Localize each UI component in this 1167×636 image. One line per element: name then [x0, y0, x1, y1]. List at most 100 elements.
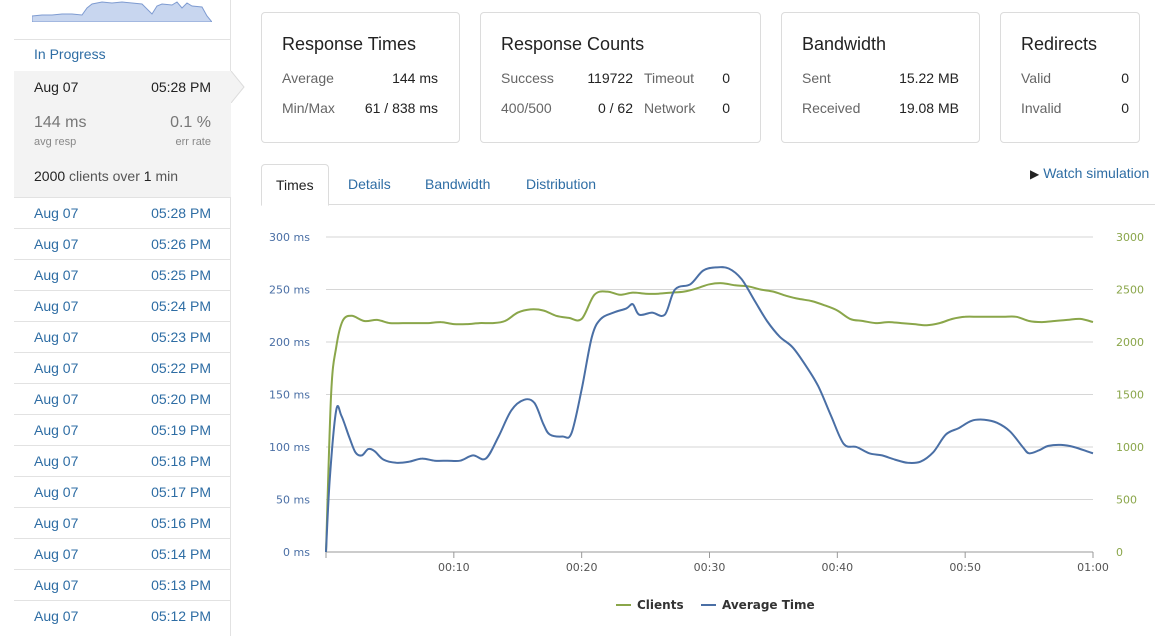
received-label: Received	[802, 100, 861, 116]
run-date: Aug 07	[34, 608, 79, 624]
divider	[14, 39, 230, 40]
network-value: 0	[722, 100, 730, 116]
run-date: Aug 07	[34, 329, 79, 345]
run-date: Aug 07	[34, 546, 79, 562]
watch-simulation-link[interactable]: ▶ Watch simulation	[1030, 165, 1149, 181]
right-axis-tick-label: 0	[1116, 546, 1123, 559]
run-time: 05:16 PM	[151, 515, 211, 531]
duration-unit: min	[155, 168, 178, 184]
avg-resp-value: 144 ms	[34, 114, 87, 131]
run-history-sidebar: In Progress Aug 07 05:28 PM 144 ms 0.1 %…	[14, 0, 245, 636]
run-list-item[interactable]: Aug 07 05:20 PM	[14, 383, 231, 414]
left-axis-tick-label: 50 ms	[276, 494, 310, 507]
minmax-value: 61 / 838 ms	[364, 100, 438, 116]
x-axis-tick-label: 00:10	[438, 561, 470, 574]
left-axis-tick-label: 150 ms	[269, 389, 310, 402]
timeout-value: 0	[722, 70, 730, 86]
average-time-series-line	[325, 266, 1094, 553]
clients-summary: 2000 clients over 1 min	[34, 168, 178, 184]
sent-value: 15.22 MB	[899, 70, 959, 86]
tab-times[interactable]: Times	[261, 164, 329, 206]
tab-bandwidth[interactable]: Bandwidth	[411, 164, 504, 205]
run-list-item[interactable]: Aug 07 05:24 PM	[14, 290, 231, 321]
chart-tabs: Times Details Bandwidth Distribution	[261, 164, 1155, 206]
card-title: Bandwidth	[802, 34, 887, 54]
timeout-label: Timeout	[644, 70, 695, 86]
err-rate-value: 0.1 %	[170, 114, 211, 131]
x-axis-tick-label: 00:40	[821, 561, 853, 574]
run-date: Aug 07	[34, 484, 79, 500]
invalid-value: 0	[1121, 100, 1129, 116]
right-axis-tick-label: 2500	[1116, 284, 1144, 297]
active-run-date: Aug 07	[34, 79, 79, 95]
run-list-item[interactable]: Aug 07 05:13 PM	[14, 569, 231, 600]
x-axis-tick-label: 00:50	[949, 561, 981, 574]
run-time: 05:14 PM	[151, 546, 211, 562]
left-axis-tick-label: 0 ms	[283, 546, 310, 559]
run-date: Aug 07	[34, 422, 79, 438]
bandwidth-card: Bandwidth Sent 15.22 MB Received 19.08 M…	[781, 12, 980, 143]
run-list-item[interactable]: Aug 07 05:25 PM	[14, 259, 231, 290]
average-value: 144 ms	[392, 70, 438, 86]
run-list-item[interactable]: Aug 07 05:22 PM	[14, 352, 231, 383]
run-list-item[interactable]: Aug 07 05:18 PM	[14, 445, 231, 476]
chart-legend: Clients Average Time	[616, 598, 815, 612]
series-layer	[325, 266, 1094, 553]
active-run-summary[interactable]: Aug 07 05:28 PM 144 ms 0.1 % avg resp er…	[14, 71, 231, 197]
run-list-item[interactable]: Aug 07 05:12 PM	[14, 600, 231, 631]
card-title: Response Counts	[501, 34, 645, 54]
avg-resp-label: avg resp	[34, 136, 77, 148]
left-axis-tick-label: 300 ms	[269, 231, 310, 244]
run-time: 05:25 PM	[151, 267, 211, 283]
run-list-item[interactable]: Aug 07 05:28 PM	[14, 197, 231, 228]
run-time: 05:26 PM	[151, 236, 211, 252]
card-title: Redirects	[1021, 34, 1098, 54]
run-date: Aug 07	[34, 267, 79, 283]
watch-simulation-label: Watch simulation	[1043, 165, 1150, 181]
response-times-card: Response Times Average 144 ms Min/Max 61…	[261, 12, 460, 143]
run-list-item[interactable]: Aug 07 05:14 PM	[14, 538, 231, 569]
run-time: 05:19 PM	[151, 422, 211, 438]
run-list-item[interactable]: Aug 07 05:23 PM	[14, 321, 231, 352]
run-list-item[interactable]: Aug 07 05:16 PM	[14, 507, 231, 538]
clients-series-line	[325, 282, 1094, 553]
x-axis: 00:10 00:20 00:30 00:40 00:50 01:00	[325, 551, 1109, 574]
run-date: Aug 07	[34, 298, 79, 314]
valid-value: 0	[1121, 70, 1129, 86]
success-value: 119722	[587, 70, 633, 86]
run-date: Aug 07	[34, 515, 79, 531]
redirects-card: Redirects Valid 0 Invalid 0	[1000, 12, 1140, 143]
run-time: 05:12 PM	[151, 608, 211, 624]
run-list-item[interactable]: Aug 07 05:17 PM	[14, 476, 231, 507]
right-axis-tick-label: 2000	[1116, 336, 1144, 349]
sent-label: Sent	[802, 70, 831, 86]
success-label: Success	[501, 70, 554, 86]
duration-value: 1	[143, 168, 152, 184]
clients-over-text: clients over	[69, 168, 140, 184]
run-date: Aug 07	[34, 577, 79, 593]
active-run-pointer	[231, 71, 245, 103]
run-date: Aug 07	[34, 453, 79, 469]
tab-details[interactable]: Details	[334, 164, 405, 205]
error-codes-label: 400/500	[501, 100, 552, 116]
legend-label: Clients	[637, 598, 684, 612]
right-axis-tick-label: 1500	[1116, 389, 1144, 402]
run-list-item[interactable]: Aug 07 05:26 PM	[14, 228, 231, 259]
right-axis-ticks: 0 500 1000 1500 2000 2500 3000	[1116, 231, 1144, 559]
run-time: 05:22 PM	[151, 360, 211, 376]
right-axis-tick-label: 500	[1116, 494, 1137, 507]
play-icon: ▶	[1030, 167, 1040, 181]
run-time: 05:17 PM	[151, 484, 211, 500]
tab-distribution[interactable]: Distribution	[512, 164, 610, 205]
left-axis-tick-label: 200 ms	[269, 336, 310, 349]
run-list-item[interactable]: Aug 07 05:19 PM	[14, 414, 231, 445]
run-time: 05:13 PM	[151, 577, 211, 593]
network-label: Network	[644, 100, 696, 116]
left-axis-ticks: 0 ms 50 ms 100 ms 150 ms 200 ms 250 ms 300 ms	[269, 231, 310, 559]
legend-label: Average Time	[722, 598, 815, 612]
x-axis-tick-label: 00:20	[566, 561, 598, 574]
error-codes-value: 0 / 62	[597, 100, 633, 116]
in-progress-link[interactable]: In Progress	[34, 46, 106, 62]
run-date: Aug 07	[34, 391, 79, 407]
run-time: 05:28 PM	[151, 205, 211, 221]
